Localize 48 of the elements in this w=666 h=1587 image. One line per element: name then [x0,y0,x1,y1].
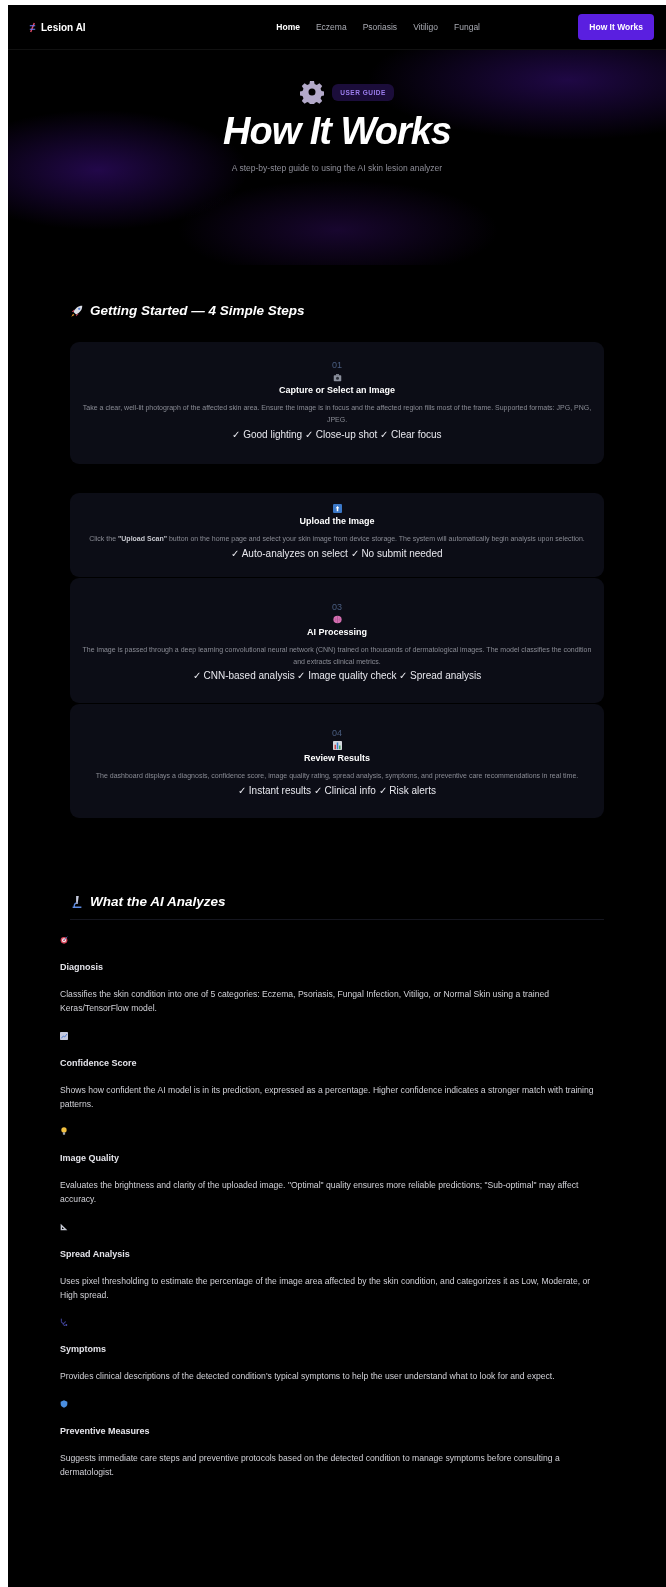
step-title: Review Results [304,753,370,764]
nav-link[interactable]: Psoriasis [362,22,398,32]
nav-link[interactable]: Home [276,22,300,32]
upload-icon [332,503,342,513]
triangle-ruler-icon [60,1222,68,1231]
feature-title: Spread Analysis [60,1248,130,1259]
feature-description: Provides clinical descriptions of the detected condition's typical symptoms to help the user understand what to look for and expect. [60,1370,555,1384]
brand-name[interactable]: Lesion AI [41,21,86,33]
feature-description: Suggests immediate care steps and preventive protocols based on the detected condition to manage symptoms before consulting a dermatologist. [60,1452,561,1479]
target-icon [60,936,68,945]
microscope-icon [70,894,84,909]
feature-title: Diagnosis [60,962,103,973]
feature-title: Image Quality [60,1153,120,1164]
step-title: Capture or Select an Image [278,385,395,395]
bar-chart-icon [332,741,342,751]
feature-description: Shows how confident the AI model is in its prediction, expressed as a percentage. Higher confidence indicates a stronger match with training patterns. [60,1083,595,1111]
page-subtitle: A step-by-step guide to using the AI skin lesion analyzer [231,163,443,173]
shield-icon [60,1400,68,1409]
step-checklist: ✓ Auto-analyzes on select ✓ No submit needed [231,547,443,559]
step-checklist: ✓ CNN-based analysis ✓ Image quality check ✓ Spread analysis [192,670,482,682]
step-title: Upload the Image [299,515,375,526]
nav-link[interactable]: Fungal [454,22,480,32]
section-heading: Getting Started — 4 Simple Steps [90,303,305,318]
feature-title: Symptoms [60,1344,106,1355]
gear-icon [300,80,325,104]
page-title: How It Works [223,110,451,153]
how-it-works-button[interactable]: How It Works [578,14,654,40]
nav-link[interactable]: Vitiligo [413,22,438,32]
nav-link[interactable]: Eczema [315,22,347,32]
feature-title: Confidence Score [60,1057,137,1068]
line-chart-icon [60,1031,68,1040]
step-number: 01 [332,360,342,370]
section-heading: What the AI Analyzes [90,894,226,910]
stethoscope-icon [60,1318,68,1327]
feature-description: Evaluates the brightness and clarity of the uploaded image. "Optimal" quality ensures more reliable predictions; "Sub-optimal" may affect accuracy. [60,1179,580,1207]
step-number: 03 [332,601,342,612]
step-number: 04 [332,728,342,739]
feature-description: Uses pixel thresholding to estimate the percentage of the image area affected by the skin condition, and categorizes it as Low, Moderate, or High spread. [60,1274,592,1302]
rocket-icon [70,303,84,318]
step-checklist: ✓ Good lighting ✓ Close-up shot ✓ Clear focus [232,428,442,440]
camera-icon [332,373,342,382]
step-title: AI Processing [307,626,367,637]
brain-icon [332,614,342,624]
step-checklist: ✓ Instant results ✓ Clinical info ✓ Risk alerts [238,785,436,797]
logo-icon [28,21,37,33]
feature-description: Classifies the skin condition into one of 5 categories: Eczema, Psoriasis, Fungal Infection, Vitiligo, or Normal Skin using a trained Keras/TensorFlow model. [60,988,550,1016]
feature-title: Preventive Measures [60,1426,150,1437]
light-bulb-icon [60,1127,68,1136]
